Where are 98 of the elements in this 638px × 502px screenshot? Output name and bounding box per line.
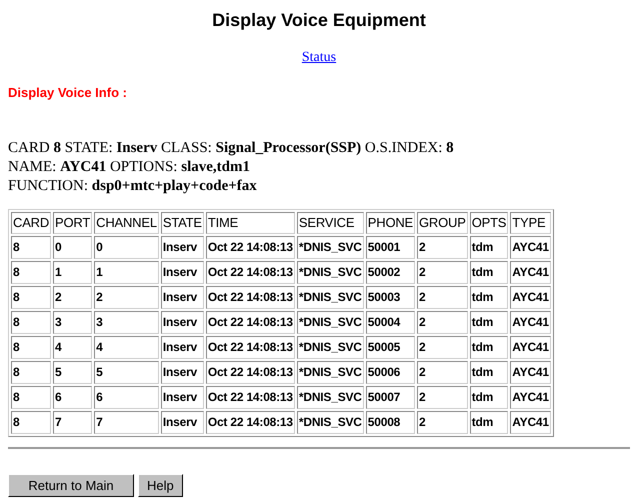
table-cell: 8: [11, 260, 52, 284]
column-header: TIME: [206, 212, 295, 234]
table-cell: 50003: [366, 286, 416, 308]
table-cell: AYC41: [510, 310, 551, 334]
table-cell: 8: [11, 360, 52, 384]
column-header: CARD: [11, 212, 52, 234]
table-cell: Inserv: [160, 360, 204, 384]
table-cell: 4: [53, 336, 92, 358]
table-cell: Oct 22 14:08:13: [206, 336, 295, 358]
table-cell: Oct 22 14:08:13: [206, 236, 295, 258]
table-cell: 2: [417, 410, 468, 434]
table-cell: 1: [53, 260, 92, 284]
table-cell: tdm: [470, 236, 508, 258]
table-cell: tdm: [470, 310, 508, 334]
table-cell: 7: [53, 410, 92, 434]
table-cell: AYC41: [510, 260, 551, 284]
table-cell: 50002: [366, 260, 416, 284]
table-cell: 50008: [366, 410, 416, 434]
table-cell: 2: [417, 360, 468, 384]
table-cell: 50001: [366, 236, 416, 258]
table-cell: 50005: [366, 336, 416, 358]
table-cell: AYC41: [510, 336, 551, 358]
table-cell: 5: [53, 360, 92, 384]
column-header: PORT: [53, 212, 92, 234]
table-cell: *DNIS_SVC: [296, 386, 364, 408]
table-cell: Oct 22 14:08:13: [206, 360, 295, 384]
table-cell: AYC41: [510, 410, 551, 434]
table-cell: 1: [94, 260, 159, 284]
table-cell: tdm: [470, 260, 508, 284]
column-header: SERVICE: [296, 212, 364, 234]
table-cell: 50007: [366, 386, 416, 408]
table-cell: 4: [94, 336, 159, 358]
table-cell: 8: [11, 286, 52, 308]
status-link[interactable]: Status: [302, 50, 336, 65]
table-cell: Oct 22 14:08:13: [206, 386, 295, 408]
table-cell: *DNIS_SVC: [296, 410, 364, 434]
table-cell: 2: [53, 286, 92, 308]
table-cell: Inserv: [160, 386, 204, 408]
table-cell: 2: [417, 386, 468, 408]
return-button[interactable]: Return to Main: [8, 474, 134, 496]
table-cell: tdm: [470, 386, 508, 408]
table-cell: AYC41: [510, 360, 551, 384]
table-cell: Oct 22 14:08:13: [206, 410, 295, 434]
table-cell: 6: [53, 386, 92, 408]
table-cell: 3: [94, 310, 159, 334]
table-cell: 8: [11, 310, 52, 334]
column-header: GROUP: [417, 212, 468, 234]
table-cell: tdm: [470, 410, 508, 434]
table-cell: Oct 22 14:08:13: [206, 310, 295, 334]
info-line: NAME: AYC41 OPTIONS: slave,tdm1: [8, 158, 251, 177]
table-cell: 5: [94, 360, 159, 384]
table-cell: 50004: [366, 310, 416, 334]
table-cell: *DNIS_SVC: [296, 360, 364, 384]
table-cell: 8: [11, 236, 52, 258]
help-button[interactable]: Help: [138, 474, 183, 496]
table-cell: 2: [417, 336, 468, 358]
table-cell: *DNIS_SVC: [296, 310, 364, 334]
table-cell: AYC41: [510, 236, 551, 258]
info-line: FUNCTION: dsp0+mtc+play+code+fax: [8, 177, 258, 196]
info-line: CARD 8 STATE: Inserv CLASS: Signal_Processor(SSP) O.S.INDEX: 8: [8, 139, 455, 158]
table-cell: Inserv: [160, 310, 204, 334]
table-cell: tdm: [470, 286, 508, 308]
table-cell: Oct 22 14:08:13: [206, 260, 295, 284]
table-cell: *DNIS_SVC: [296, 236, 364, 258]
table-cell: 0: [53, 236, 92, 258]
table-cell: Inserv: [160, 336, 204, 358]
table-cell: tdm: [470, 360, 508, 384]
table-cell: AYC41: [510, 386, 551, 408]
table-cell: 8: [11, 336, 52, 358]
table-cell: Inserv: [160, 260, 204, 284]
column-header: PHONE: [366, 212, 416, 234]
table-cell: 3: [53, 310, 92, 334]
table-cell: 8: [11, 410, 52, 434]
page-title: Display Voice Equipment: [211, 9, 427, 31]
table-cell: *DNIS_SVC: [296, 260, 364, 284]
table-cell: 50006: [366, 360, 416, 384]
table-cell: 6: [94, 386, 159, 408]
table-cell: *DNIS_SVC: [296, 286, 364, 308]
table-cell: Oct 22 14:08:13: [206, 286, 295, 308]
table-cell: AYC41: [510, 286, 551, 308]
table-cell: tdm: [470, 336, 508, 358]
table-cell: 7: [94, 410, 159, 434]
column-header: STATE: [160, 212, 204, 234]
column-header: CHANNEL: [94, 212, 159, 234]
table-cell: 2: [417, 286, 468, 308]
section-heading: Display Voice Info :: [8, 85, 128, 101]
table-cell: Inserv: [160, 286, 204, 308]
table-cell: Inserv: [160, 236, 204, 258]
table-cell: *DNIS_SVC: [296, 336, 364, 358]
column-header: TYPE: [510, 212, 551, 234]
table-cell: Inserv: [160, 410, 204, 434]
table-cell: 2: [417, 236, 468, 258]
column-header: OPTS: [470, 212, 508, 234]
table-cell: 8: [11, 386, 52, 408]
table-cell: 0: [94, 236, 159, 258]
table-cell: 2: [94, 286, 159, 308]
table-cell: 2: [417, 310, 468, 334]
table-cell: 2: [417, 260, 468, 284]
